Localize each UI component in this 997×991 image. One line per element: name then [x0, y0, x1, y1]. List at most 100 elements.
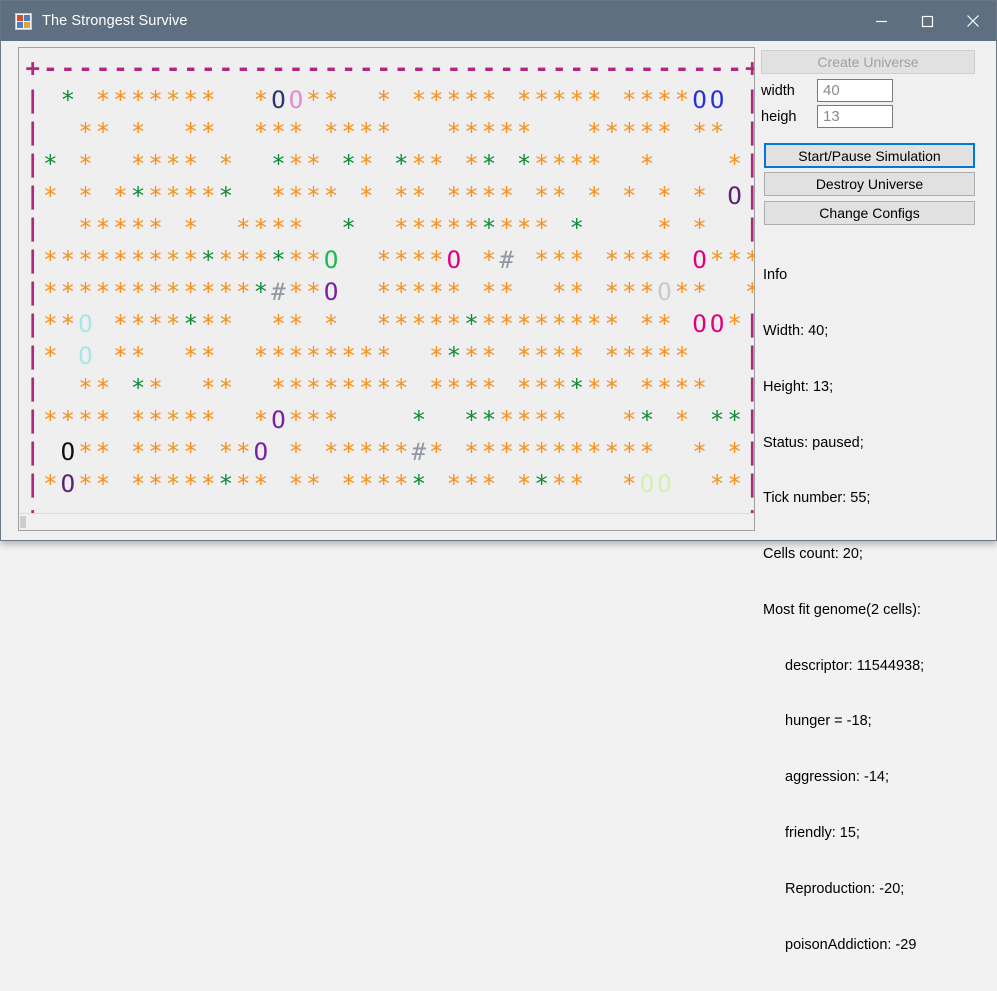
universe-cell: *	[148, 470, 163, 498]
universe-cell: *	[78, 438, 93, 466]
universe-cell: *	[341, 374, 356, 402]
universe-cell: *	[358, 118, 374, 146]
universe-cell: *	[113, 214, 128, 242]
minimize-icon[interactable]	[858, 1, 904, 41]
universe-cell: O	[692, 246, 707, 274]
width-input[interactable]	[817, 79, 893, 102]
universe-cell: *	[569, 438, 584, 466]
universe-cell	[410, 340, 428, 372]
universe-cell	[392, 116, 410, 148]
universe-cell: *	[78, 246, 93, 274]
heigh-field-row: heigh	[761, 105, 893, 128]
universe-cell: *	[481, 86, 497, 114]
universe-cell: *	[727, 406, 742, 434]
universe-cell	[42, 372, 60, 404]
start-pause-simulation-button[interactable]: Start/Pause Simulation	[764, 143, 975, 168]
universe-cell	[357, 308, 375, 340]
universe-cell	[252, 372, 270, 404]
universe-cell: *	[604, 278, 620, 306]
universe-cell: *	[183, 342, 198, 370]
universe-cell: *	[499, 182, 514, 210]
universe-cell: *	[394, 278, 409, 306]
universe-cell: |	[25, 406, 40, 434]
universe-cell: *	[130, 86, 146, 114]
universe-cell: -	[288, 54, 304, 82]
universe-cell: *	[622, 246, 637, 274]
universe-cell: *	[446, 310, 462, 338]
universe-cell: *	[446, 118, 462, 146]
universe-cell: *	[288, 182, 304, 210]
universe-cell: *	[43, 310, 58, 338]
universe-cell: *	[358, 374, 374, 402]
universe-cell	[498, 372, 516, 404]
universe-cell	[410, 116, 428, 148]
universe-cell: *	[201, 246, 216, 274]
universe-cell	[463, 244, 481, 276]
universe-cell: *	[288, 246, 304, 274]
universe-cell	[708, 340, 726, 372]
maximize-icon[interactable]	[904, 1, 950, 41]
universe-cell: *	[551, 278, 567, 306]
universe-row: |**O ******* ** * ************** ** OO*|	[24, 308, 754, 340]
width-field-row: width	[761, 79, 893, 102]
universe-panel[interactable]: + - - - - - - - - - - - - - - - - - - - - - - - - - - - - - - - - - - - - - - -…	[18, 47, 755, 531]
create-universe-button[interactable]: Create Universe	[761, 50, 975, 74]
universe-cell: |	[743, 308, 754, 340]
info-status: Status: paused;	[763, 434, 864, 451]
horizontal-scrollbar[interactable]	[19, 513, 754, 530]
universe-cell	[691, 404, 709, 436]
universe-cell: *	[60, 278, 76, 306]
universe-cell: *	[481, 278, 497, 306]
universe-cell: *	[165, 406, 181, 434]
universe-cell: *	[551, 342, 567, 370]
universe-cell	[217, 404, 235, 436]
universe-cell: *	[464, 310, 479, 338]
universe-cell: |	[743, 372, 754, 404]
change-configs-button[interactable]: Change Configs	[764, 201, 975, 225]
universe-cell	[217, 340, 235, 372]
universe-cell	[533, 116, 551, 148]
universe-cell: -	[253, 54, 269, 82]
universe-cell: *	[376, 470, 391, 498]
universe-cell: *	[358, 150, 374, 178]
universe-cell	[147, 116, 165, 148]
universe-cell: *	[183, 214, 198, 242]
universe-cell: *	[165, 438, 181, 466]
universe-cell: *	[323, 118, 339, 146]
universe-cell: O	[78, 342, 93, 370]
universe-cell: -	[60, 54, 76, 82]
universe-cell: *	[95, 278, 111, 306]
universe-cell	[638, 180, 656, 212]
universe-cell: *	[253, 214, 269, 242]
universe-cell: -	[481, 54, 497, 82]
universe-cell: *	[569, 86, 584, 114]
universe-cell	[515, 276, 533, 308]
scrollbar-thumb[interactable]	[20, 516, 26, 528]
universe-cell: -	[323, 54, 339, 82]
universe-cell: O	[271, 86, 286, 114]
universe-cell: *	[130, 118, 146, 146]
universe-cell: *	[692, 182, 707, 210]
close-icon[interactable]	[950, 1, 996, 41]
universe-cell	[164, 212, 182, 244]
info-descriptor: descriptor: 11544938;	[785, 657, 925, 674]
universe-cell	[673, 212, 691, 244]
universe-cell: *	[271, 150, 286, 178]
universe-cell: *	[130, 406, 146, 434]
universe-cell: *	[499, 214, 514, 242]
universe-cell: *	[674, 374, 690, 402]
universe-cell: *	[604, 310, 620, 338]
destroy-universe-button[interactable]: Destroy Universe	[764, 172, 975, 196]
universe-cell: |	[25, 118, 40, 146]
universe-cell: *	[692, 214, 707, 242]
universe-cell	[147, 340, 165, 372]
universe-cell	[235, 340, 253, 372]
universe-cell: *	[411, 214, 427, 242]
universe-cell: *	[60, 86, 76, 114]
universe-cell: *	[604, 246, 620, 274]
universe-cell	[322, 468, 340, 500]
universe-cell: *	[622, 406, 637, 434]
universe-cell	[428, 468, 446, 500]
universe-cell: *	[183, 406, 198, 434]
heigh-input[interactable]	[817, 105, 893, 128]
